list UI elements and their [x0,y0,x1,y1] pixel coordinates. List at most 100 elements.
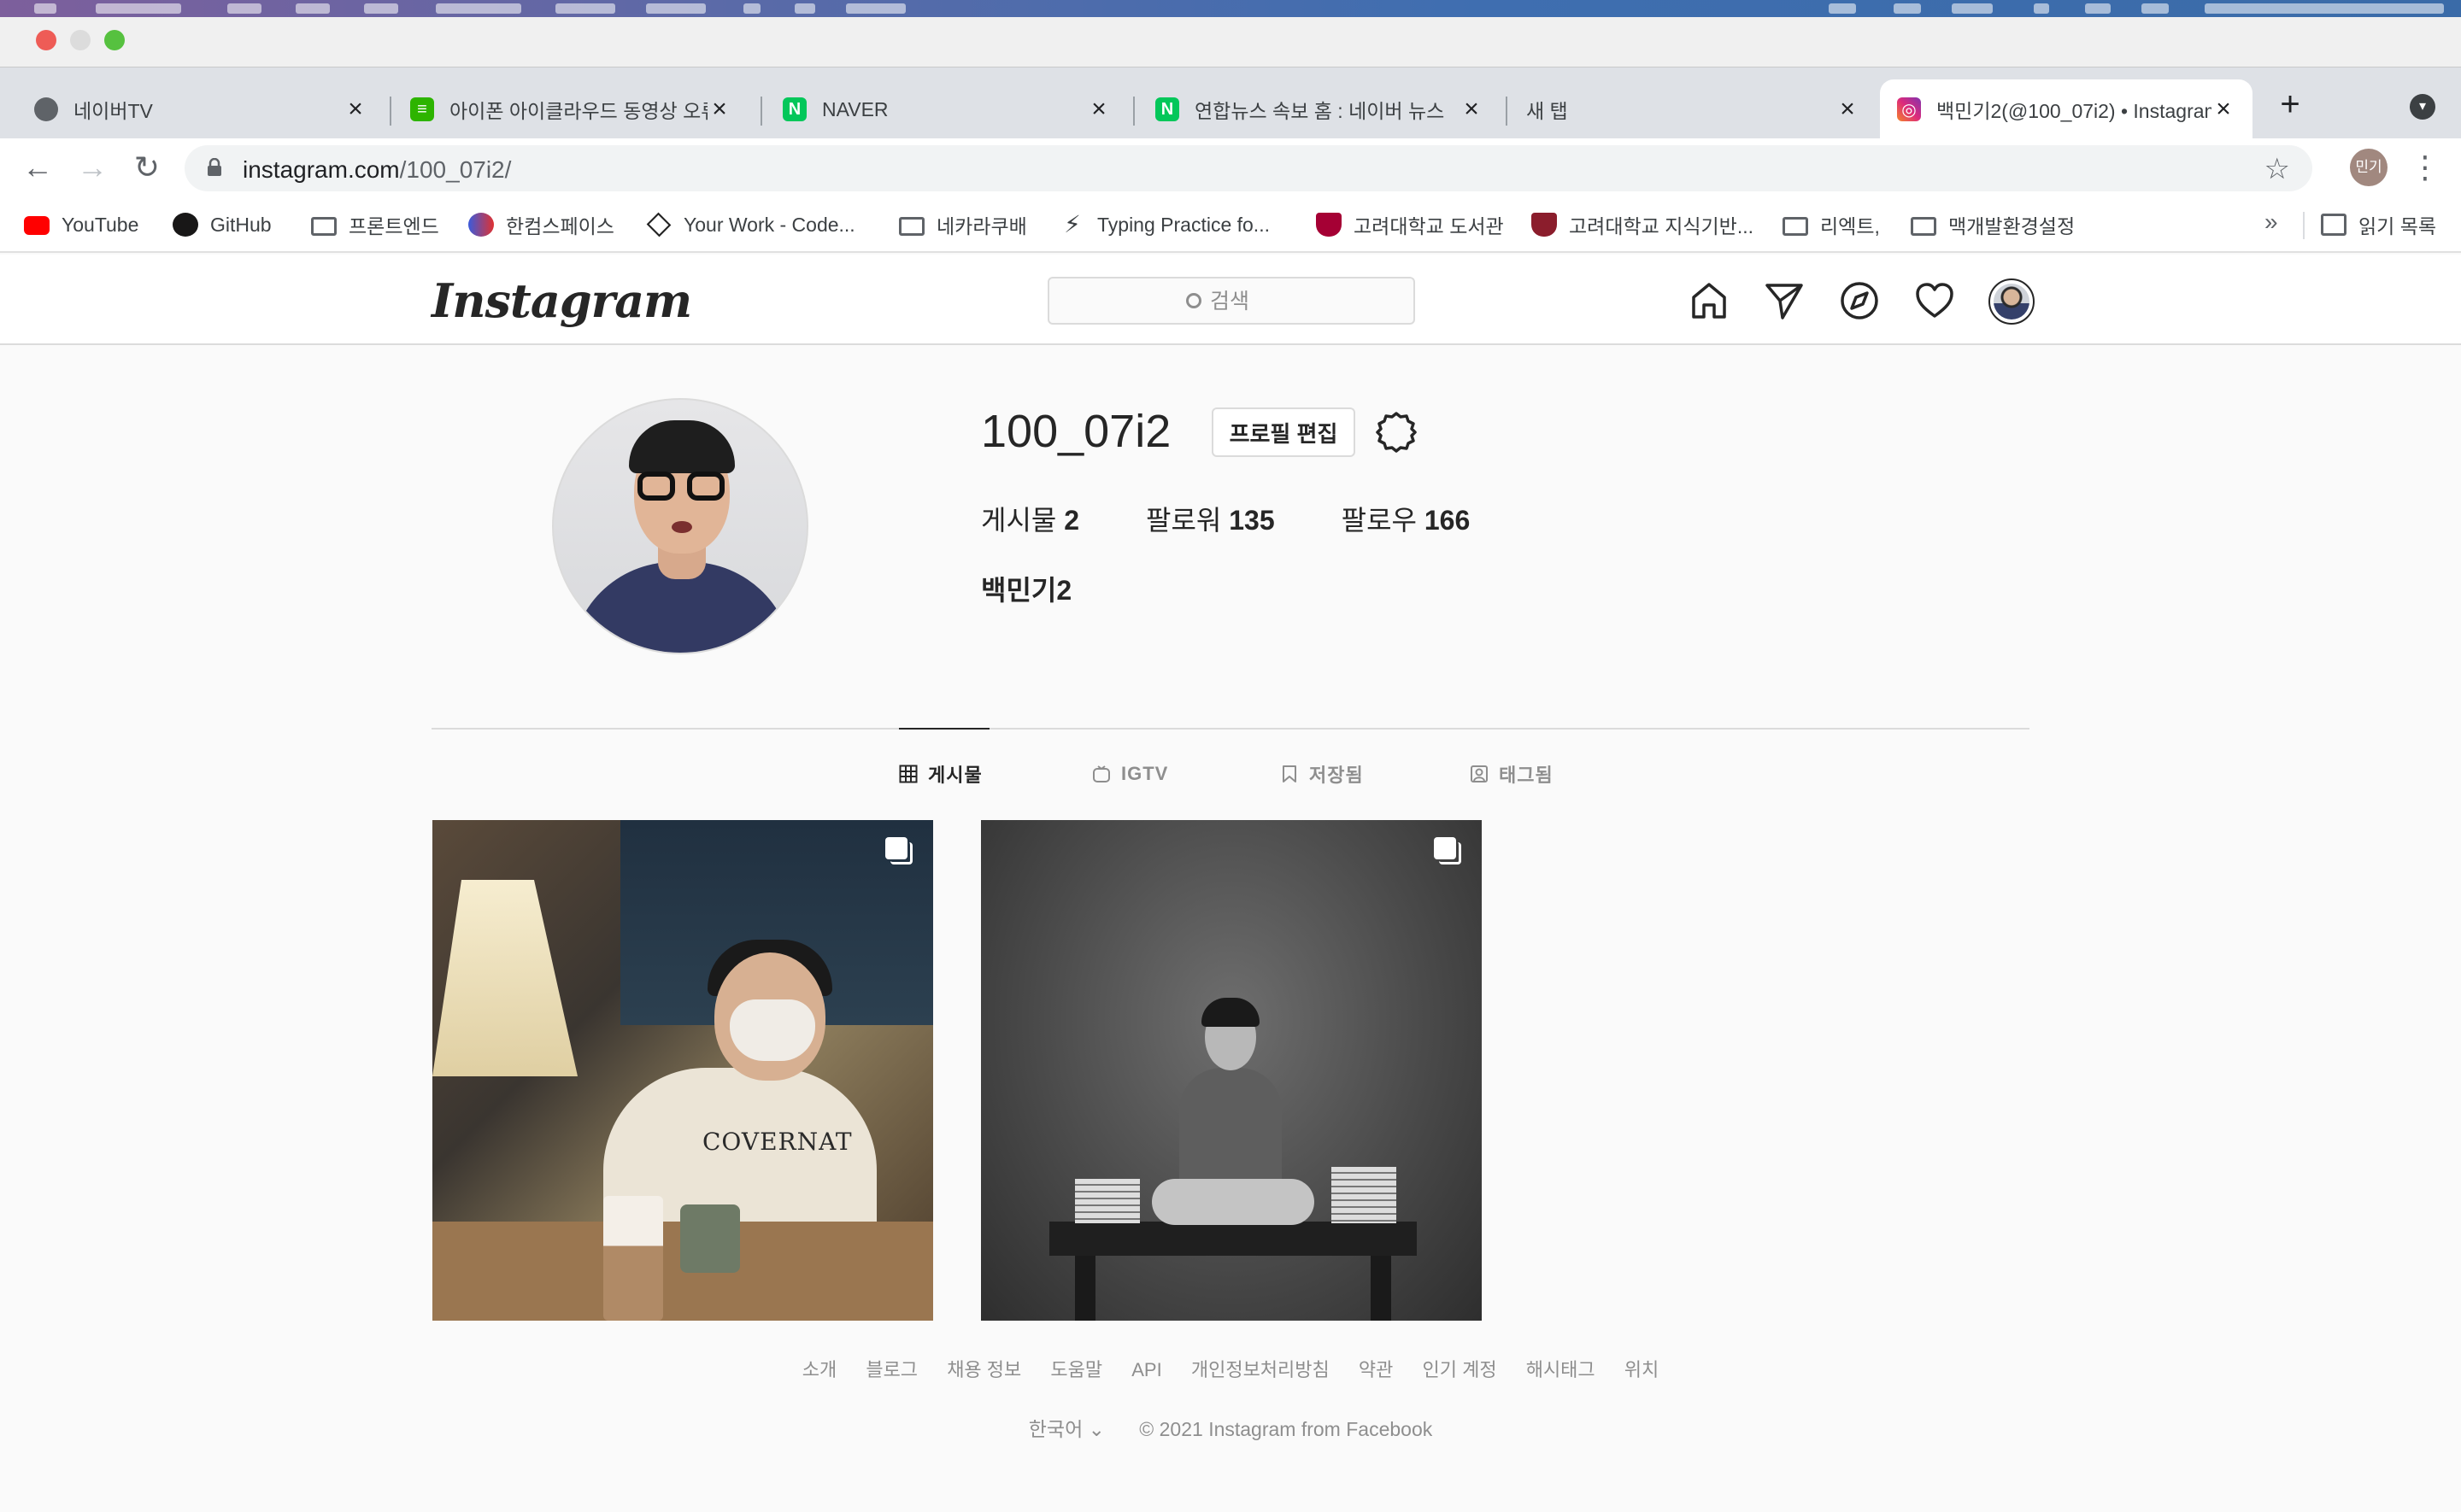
tab-strip: 네이버TV × ≡ 아이폰 아이클라우드 동영상 오류 × N NAVER × … [0,67,2461,139]
bookmark-youtube[interactable]: YouTube [24,210,138,239]
footer-link-api[interactable]: API [1131,1359,1161,1380]
language-selector[interactable]: 한국어 ⌄ [1029,1418,1105,1440]
menubar-status-icon[interactable] [2141,3,2169,14]
forward-icon[interactable]: → [75,150,109,185]
footer-link-about[interactable]: 소개 [802,1359,837,1380]
back-icon[interactable]: ← [21,150,55,185]
footer-link-hashtags[interactable]: 해시태그 [1526,1359,1595,1380]
post-thumbnail[interactable] [981,820,1482,1321]
reading-list-label: 읽기 목록 [2358,215,2437,237]
bookmark-frontend-folder[interactable]: 프론트엔드 [311,210,439,239]
menubar-item[interactable] [646,3,706,14]
post-thumbnail[interactable]: COVERNAT [432,820,933,1321]
close-tab-icon[interactable]: × [708,97,731,122]
footer-link-jobs[interactable]: 채용 정보 [947,1359,1021,1380]
menubar-item[interactable] [743,3,761,14]
direct-message-icon[interactable] [1762,278,1806,323]
following-count[interactable]: 팔로우 166 [1342,499,1471,538]
menubar-clock[interactable] [2205,3,2444,14]
reading-list[interactable]: 읽기 목록 [2321,210,2436,239]
home-icon[interactable] [1687,278,1731,323]
menubar-item[interactable] [795,3,815,14]
url-text[interactable]: instagram.com/100_07i2/ [243,156,511,184]
browser-menu-icon[interactable]: ⋮ [2410,150,2440,185]
new-tab-button[interactable]: + [2273,87,2307,123]
instagram-logo[interactable]: Instagram [432,273,692,328]
menubar-item[interactable] [227,3,261,14]
close-tab-icon[interactable]: × [1460,97,1483,122]
tab-new-tab[interactable]: 새 탭 × [1509,79,1877,139]
zoom-window-button[interactable] [104,30,125,50]
bookmark-mac-setup-folder[interactable]: 맥개발환경설정 [1911,210,2075,239]
tab-title: 아이폰 아이클라우드 동영상 오류 [449,100,708,122]
lock-icon[interactable] [207,158,222,177]
footer-link-terms[interactable]: 약관 [1359,1359,1393,1380]
bookmark-label: 맥개발환경설정 [1948,215,2076,237]
profile-full-name: 백민기2 [981,575,1072,606]
menubar-status-icon[interactable] [1829,3,1856,14]
footer-link-locations[interactable]: 위치 [1624,1359,1659,1380]
browser-profile-avatar[interactable]: 민기 [2350,149,2388,186]
tab-icloud-video[interactable]: ≡ 아이폰 아이클라우드 동영상 오류 × [393,79,749,139]
bookmark-hancom[interactable]: 한컴스페이스 [468,210,614,239]
followers-count[interactable]: 팔로워 135 [1146,499,1275,538]
close-tab-icon[interactable]: × [1087,97,1111,122]
bookmark-korea-univ-library[interactable]: 고려대학교 도서관 [1316,210,1504,239]
apple-menu-icon[interactable] [34,3,56,14]
carousel-icon [1434,837,1463,866]
close-tab-icon[interactable]: × [344,97,367,122]
settings-gear-icon[interactable] [1374,410,1418,454]
bookmark-label: 고려대학교 지식기반... [1569,215,1754,237]
profile-picture[interactable] [552,398,808,654]
menubar-item[interactable] [296,3,330,14]
chevron-down-icon: ⌄ [1088,1418,1105,1440]
tab-posts[interactable]: 게시물 [899,760,983,788]
close-tab-icon[interactable]: × [2211,97,2235,122]
bookmark-react-folder[interactable]: 리엑트, [1783,210,1880,239]
bookmark-star-icon[interactable]: ☆ [2264,152,2290,186]
footer-link-privacy[interactable]: 개인정보처리방침 [1191,1359,1330,1380]
footer-link-help[interactable]: 도움말 [1050,1359,1102,1380]
tab-instagram-active[interactable]: ◎ 백민기2(@100_07i2) • Instagram × [1880,79,2252,139]
bookmark-korea-univ-knowledge[interactable]: 고려대학교 지식기반... [1531,210,1753,239]
close-window-button[interactable] [36,30,56,50]
menubar-search-icon[interactable] [2085,3,2111,14]
bookmarks-overflow-icon[interactable]: » [2264,208,2278,236]
tab-saved[interactable]: 저장됨 [1280,760,1364,788]
tab-igtv[interactable]: IGTV [1092,760,1168,788]
instagram-search-box[interactable] [1048,277,1415,325]
menubar-item[interactable] [846,3,906,14]
menubar-item[interactable] [436,3,521,14]
address-bar[interactable]: instagram.com/100_07i2/ ☆ [185,145,2312,191]
edit-profile-button[interactable]: 프로필 편집 [1212,407,1355,457]
activity-heart-icon[interactable] [1912,278,1957,323]
menubar-status-icon[interactable] [1894,3,1921,14]
footer-link-top-accounts[interactable]: 인기 계정 [1423,1359,1497,1380]
reload-icon[interactable]: ↻ [130,150,164,185]
tab-naver[interactable]: N NAVER × [766,79,1128,139]
menubar-item[interactable] [364,3,398,14]
search-input[interactable] [1210,287,1381,316]
tab-tagged[interactable]: 태그됨 [1470,760,1554,788]
bookmark-github[interactable]: GitHub [173,210,272,239]
menubar-app-name[interactable] [96,3,181,14]
minimize-window-button[interactable] [70,30,91,50]
nav-profile-avatar[interactable] [1988,278,2035,325]
hancom-icon [468,213,494,237]
menubar-item[interactable] [555,3,615,14]
url-host: instagram.com [243,156,400,183]
profile-username: 100_07i2 [981,406,1172,457]
tab-navertv[interactable]: 네이버TV × [17,79,385,139]
footer-link-blog[interactable]: 블로그 [866,1359,918,1380]
menubar-status-icon[interactable] [2034,3,2049,14]
tab-search-icon[interactable]: ▾ [2410,94,2435,120]
bookmark-typing-practice[interactable]: ⚡ Typing Practice fo... [1060,210,1270,239]
bookmark-codepen[interactable]: Your Work - Code... [646,210,855,239]
explore-icon[interactable] [1837,278,1882,323]
bookmarks-divider [2303,212,2305,239]
close-tab-icon[interactable]: × [1835,97,1859,122]
footer-links: 소개 블로그 채용 정보 도움말 API 개인정보처리방침 약관 인기 계정 해… [0,1355,2461,1382]
tab-naver-news[interactable]: N 연합뉴스 속보 홈 : 네이버 뉴스 × [1138,79,1501,139]
bookmark-nekarakubae-folder[interactable]: 네카라쿠배 [899,210,1027,239]
menubar-status-icon[interactable] [1952,3,1993,14]
